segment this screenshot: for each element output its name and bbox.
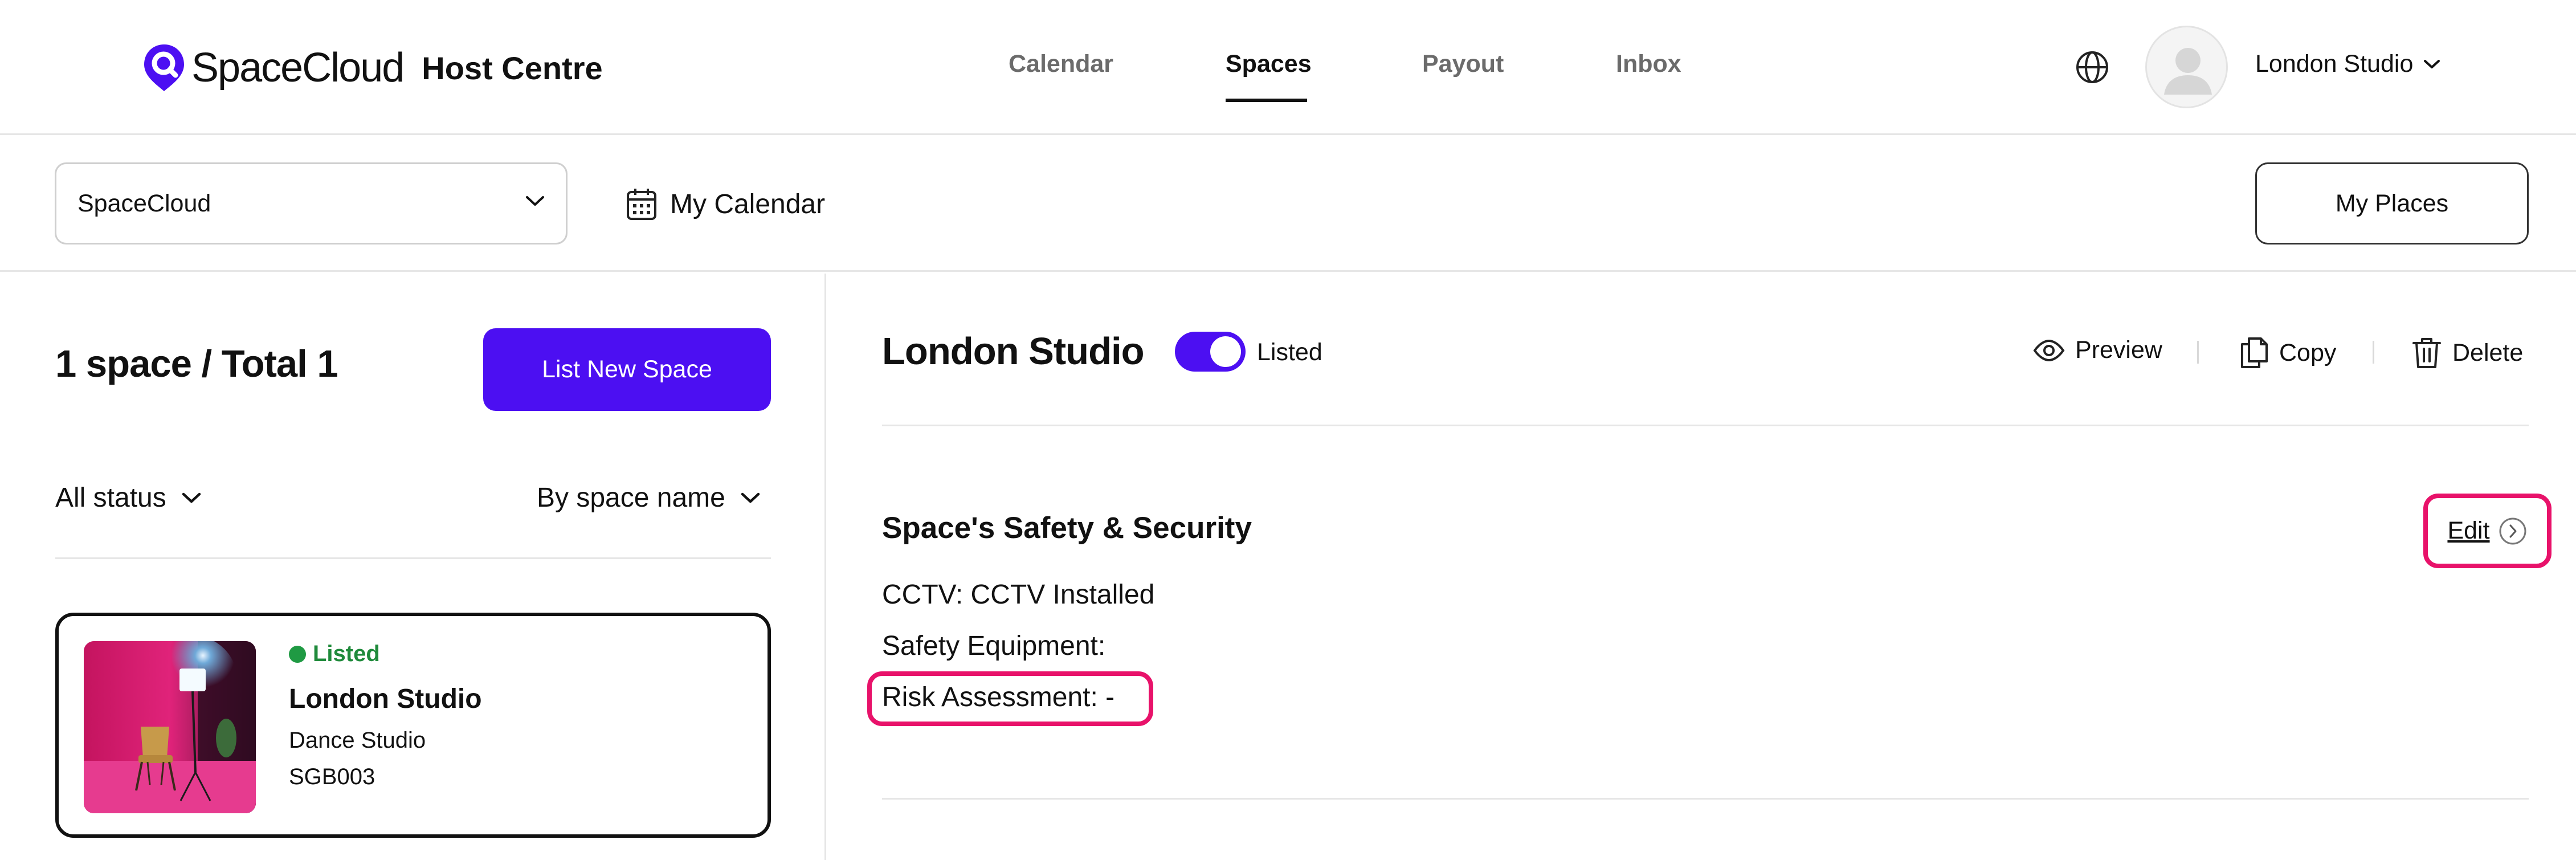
list-new-space-button[interactable]: List New Space xyxy=(483,328,771,411)
divider xyxy=(55,557,771,559)
space-card-title: London Studio xyxy=(289,684,482,714)
account-menu[interactable]: London Studio xyxy=(2255,50,2442,78)
preview-label: Preview xyxy=(2075,336,2162,364)
avatar-icon xyxy=(2164,48,2212,95)
status-badge: Listed xyxy=(289,641,380,667)
tab-calendar[interactable]: Calendar xyxy=(1009,50,1113,78)
status-dot-icon xyxy=(289,645,306,663)
space-thumbnail xyxy=(84,641,256,813)
my-calendar-label: My Calendar xyxy=(670,189,826,219)
space-card-code: SGB003 xyxy=(289,764,375,789)
copy-button[interactable]: Copy xyxy=(2239,336,2336,369)
copy-label: Copy xyxy=(2279,339,2337,366)
status-label: Listed xyxy=(313,641,380,666)
account-name: London Studio xyxy=(2255,50,2414,78)
copy-icon xyxy=(2241,337,2268,368)
listed-toggle-label: Listed xyxy=(1257,339,1322,366)
globe-icon[interactable] xyxy=(2075,50,2110,85)
status-filter[interactable]: All status xyxy=(55,482,203,513)
trash-icon xyxy=(2412,338,2441,368)
space-select[interactable]: SpaceCloud xyxy=(55,162,568,244)
space-card[interactable]: Listed London Studio Dance Studio SGB003 xyxy=(55,613,771,838)
toggle-knob xyxy=(1210,336,1241,367)
status-filter-label: All status xyxy=(55,483,166,513)
brand-name: SpaceCloud xyxy=(191,45,405,91)
action-separator xyxy=(2197,341,2199,364)
top-navigation: SpaceCloud Host Centre Calendar Spaces P… xyxy=(0,0,2576,135)
my-places-button[interactable]: My Places xyxy=(2255,162,2529,244)
edit-button[interactable]: Edit xyxy=(2423,494,2551,568)
calendar-icon xyxy=(627,189,656,220)
section-title: Space's Safety & Security xyxy=(882,511,1252,545)
safety-equipment-line: Safety Equipment: xyxy=(882,631,1106,661)
tab-inbox[interactable]: Inbox xyxy=(1616,50,1681,78)
chevron-down-icon xyxy=(526,196,544,206)
divider xyxy=(882,798,2529,800)
space-card-type: Dance Studio xyxy=(289,728,426,753)
studio-photo-image xyxy=(84,641,256,813)
delete-label: Delete xyxy=(2452,339,2524,366)
tab-spaces[interactable]: Spaces xyxy=(1226,50,1312,78)
space-list-panel: 1 space / Total 1 List New Space All sta… xyxy=(0,274,826,860)
eye-icon xyxy=(2033,339,2065,361)
brand-subtitle: Host Centre xyxy=(422,50,603,86)
chevron-right-circle-icon xyxy=(2499,517,2526,544)
preview-button[interactable]: Preview xyxy=(2033,336,2162,364)
tab-payout[interactable]: Payout xyxy=(1422,50,1504,78)
action-separator xyxy=(2373,341,2374,364)
space-count: 1 space / Total 1 xyxy=(55,343,338,385)
divider xyxy=(882,425,2529,426)
cctv-line: CCTV: CCTV Installed xyxy=(882,580,1155,610)
risk-assessment-line: Risk Assessment: - xyxy=(882,682,1115,712)
my-calendar-link[interactable]: My Calendar xyxy=(626,187,825,221)
spacecloud-logo-icon xyxy=(144,44,184,91)
sort-filter[interactable]: By space name xyxy=(537,482,762,513)
page-title: London Studio xyxy=(882,330,1145,373)
avatar[interactable] xyxy=(2145,26,2228,108)
edit-label: Edit xyxy=(2447,517,2490,544)
sort-filter-label: By space name xyxy=(537,483,725,513)
chevron-down-icon xyxy=(741,492,760,503)
space-select-value: SpaceCloud xyxy=(77,189,211,217)
active-tab-underline xyxy=(1226,99,1307,102)
chevron-down-icon xyxy=(2424,59,2440,68)
chevron-down-icon xyxy=(182,492,201,503)
listed-toggle[interactable] xyxy=(1175,332,1246,372)
delete-button[interactable]: Delete xyxy=(2411,336,2523,369)
toolbar: SpaceCloud My Calendar My Places xyxy=(0,137,2576,272)
brand[interactable]: SpaceCloud Host Centre xyxy=(142,43,603,92)
